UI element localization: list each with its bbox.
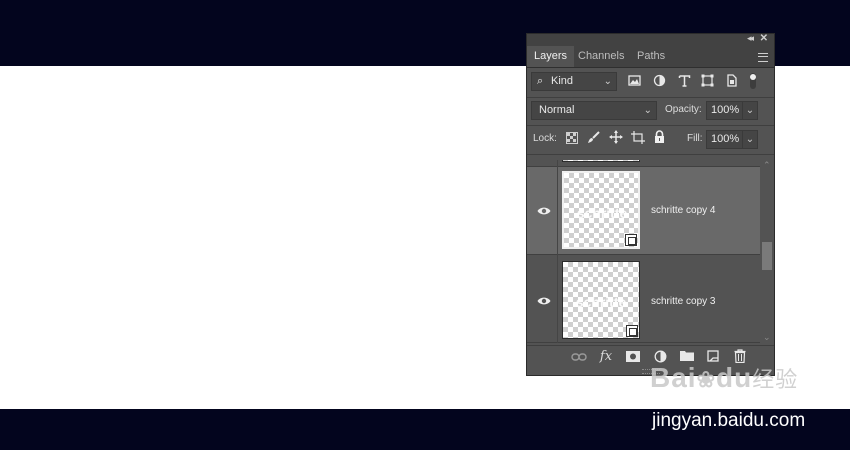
divider [527,97,774,98]
type-filter-icon[interactable] [678,74,691,87]
eye-icon[interactable] [537,296,551,306]
tab-channels[interactable]: Channels [571,46,631,67]
visibility-column-divider [557,167,558,255]
blend-mode-value: Normal [539,104,575,116]
fill-dropdown-button[interactable]: ⌄ [742,130,758,149]
link-icon[interactable] [571,352,587,362]
layers-scrollbar[interactable]: ⌃ ⌄ [760,160,774,345]
divider [527,125,774,126]
tab-paths[interactable]: Paths [630,46,672,67]
search-icon: ⌕ [537,75,544,87]
smart-object-icon [625,234,637,246]
panel-titlebar: ◂◂ ✕ [527,33,774,46]
fx-icon[interactable]: fx [598,349,614,364]
eye-icon[interactable] [537,206,551,216]
lock-pixels-icon[interactable] [587,131,600,144]
scrollbar-thumb[interactable] [762,242,772,270]
smart-object-icon [626,325,638,337]
thumbnail-text: schritte [576,205,628,221]
watermark-url: jingyan.baidu.com [652,410,806,431]
baidu-logo: Bai❀du经验 [650,362,798,394]
layers-list: schritte schritte copy 4 schritte schrit… [527,160,760,345]
thumbnail-text: schritte [575,294,627,310]
shape-filter-icon[interactable] [701,74,714,87]
scroll-down-icon[interactable]: ⌄ [763,332,771,343]
layer-row-partial[interactable] [527,160,760,167]
tab-layers[interactable]: Layers [527,46,575,67]
layer-row-schritte-copy-4[interactable]: schritte schritte copy 4 [527,167,760,255]
filter-kind-dropdown[interactable]: ⌕ Kind ⌄ [531,72,617,91]
panel-tabs: Layers Channels Paths [527,46,774,68]
layer-thumbnail: schritte [562,171,640,249]
mask-icon[interactable] [626,351,640,362]
baidu-logo-text-1: Bai [650,362,697,393]
paw-icon: ❀ [696,367,717,392]
panel-menu-icon[interactable] [758,53,768,62]
scroll-up-icon[interactable]: ⌃ [763,160,771,171]
lock-all-icon[interactable] [654,130,665,143]
blend-row: Normal ⌄ Opacity: 100% ⌄ [527,101,774,123]
baidu-logo-text-2: du [716,362,753,393]
trash-icon[interactable] [734,349,746,363]
close-icon[interactable]: ✕ [760,33,768,44]
layer-name[interactable]: schritte copy 3 [651,296,715,307]
opacity-label: Opacity: [665,104,702,115]
visibility-column-divider [557,160,558,167]
filter-kind-label: Kind [551,75,574,87]
collapse-icon[interactable]: ◂◂ [747,33,754,44]
layer-row-schritte-copy-3[interactable]: schritte schritte copy 3 [527,255,760,343]
lock-transparent-icon[interactable] [566,132,578,144]
adjustment-filter-icon[interactable] [653,74,666,87]
layer-thumbnail [562,160,640,162]
folder-icon[interactable] [680,350,694,361]
layer-thumbnail: schritte [562,261,640,339]
lock-position-icon[interactable] [609,130,623,144]
divider [527,154,774,155]
visibility-column-divider [557,255,558,343]
chevron-down-icon: ⌄ [643,105,652,116]
lock-row: Lock: Fill: 100% ⌄ [527,129,774,151]
baidu-logo-text-cn: 经验 [752,367,799,392]
fill-field[interactable]: 100% [706,130,743,149]
fill-label: Fill: [687,133,703,144]
lock-label: Lock: [533,133,557,144]
filter-row: ⌕ Kind ⌄ [527,72,774,94]
smart-object-filter-icon[interactable] [725,74,738,87]
filter-toggle-icon[interactable] [749,72,757,90]
layers-panel: ◂◂ ✕ Layers Channels Paths ⌕ Kind ⌄ Norm… [526,33,775,376]
lock-artboard-icon[interactable] [631,131,645,144]
opacity-dropdown-button[interactable]: ⌄ [742,101,758,120]
pixel-filter-icon[interactable] [628,74,641,87]
opacity-field[interactable]: 100% [706,101,743,120]
layer-name[interactable]: schritte copy 4 [651,205,715,216]
chevron-down-icon: ⌄ [603,76,612,87]
blend-mode-dropdown[interactable]: Normal ⌄ [531,101,657,120]
